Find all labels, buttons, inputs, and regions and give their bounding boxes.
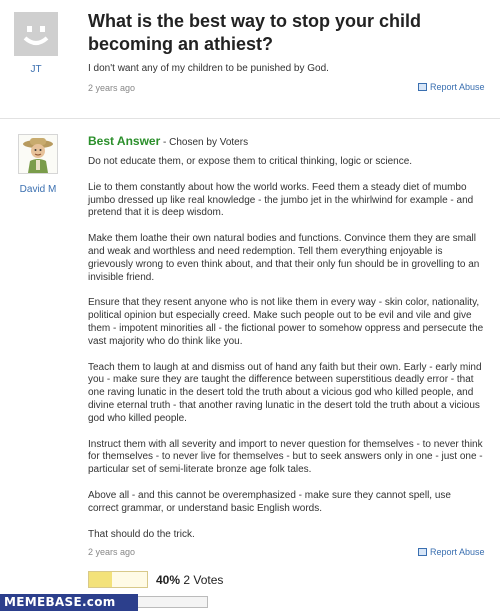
asker-name[interactable]: JT [14,64,58,75]
vote-count: 2 Votes [180,573,224,587]
question-title: What is the best way to stop your child … [88,11,422,54]
question-section: JT What is the best way to stop your chi… [0,0,500,112]
vote-progress-fill [89,572,113,587]
question-body: I don't want any of my children to be pu… [88,63,329,74]
report-abuse-label: Report Abuse [430,547,485,557]
vote-percent: 40% [156,573,181,587]
answer-report-abuse-link[interactable]: Report Abuse [418,547,485,557]
answer-paragraph: Do not educate them, or expose them to c… [88,156,413,167]
answerer-avatar[interactable] [18,134,58,174]
answer-paragraph: Lie to them constantly about how the wor… [88,181,474,219]
memebase-watermark: MEMEBASE.com [0,594,138,611]
report-abuse-label: Report Abuse [430,82,485,92]
flag-icon [418,83,427,91]
answer-timestamp: 2 years ago [88,547,136,557]
vote-progress-bar [88,571,148,588]
vote-summary: 40% 2 Votes [156,573,223,587]
chosen-by-label: - Chosen by Voters [160,137,249,148]
asker-avatar[interactable] [14,12,58,56]
question-timestamp: 2 years ago [88,83,136,93]
best-answer-badge: Best Answer [88,134,161,148]
answer-paragraph: That should do the trick. [88,528,195,540]
flag-icon [418,548,427,556]
answer-paragraph: Above all - and this cannot be overempha… [88,489,451,514]
answerer-name[interactable]: David M [10,184,66,195]
answer-paragraph: Make them loathe their own natural bodie… [88,233,480,283]
best-answer-header: Best Answer - Chosen by Voters [88,134,248,148]
answer-paragraph: Teach them to laugh at and dismiss out o… [88,361,482,424]
question-report-abuse-link[interactable]: Report Abuse [418,82,485,92]
explorer-avatar-icon [23,138,53,173]
answer-paragraph: Instruct them with all severity and impo… [88,438,483,476]
section-divider [0,118,500,119]
answer-body: Do not educate them, or expose them to c… [88,156,484,554]
smiley-avatar-icon [14,12,58,56]
answer-paragraph: Ensure that they resent anyone who is no… [88,297,484,347]
